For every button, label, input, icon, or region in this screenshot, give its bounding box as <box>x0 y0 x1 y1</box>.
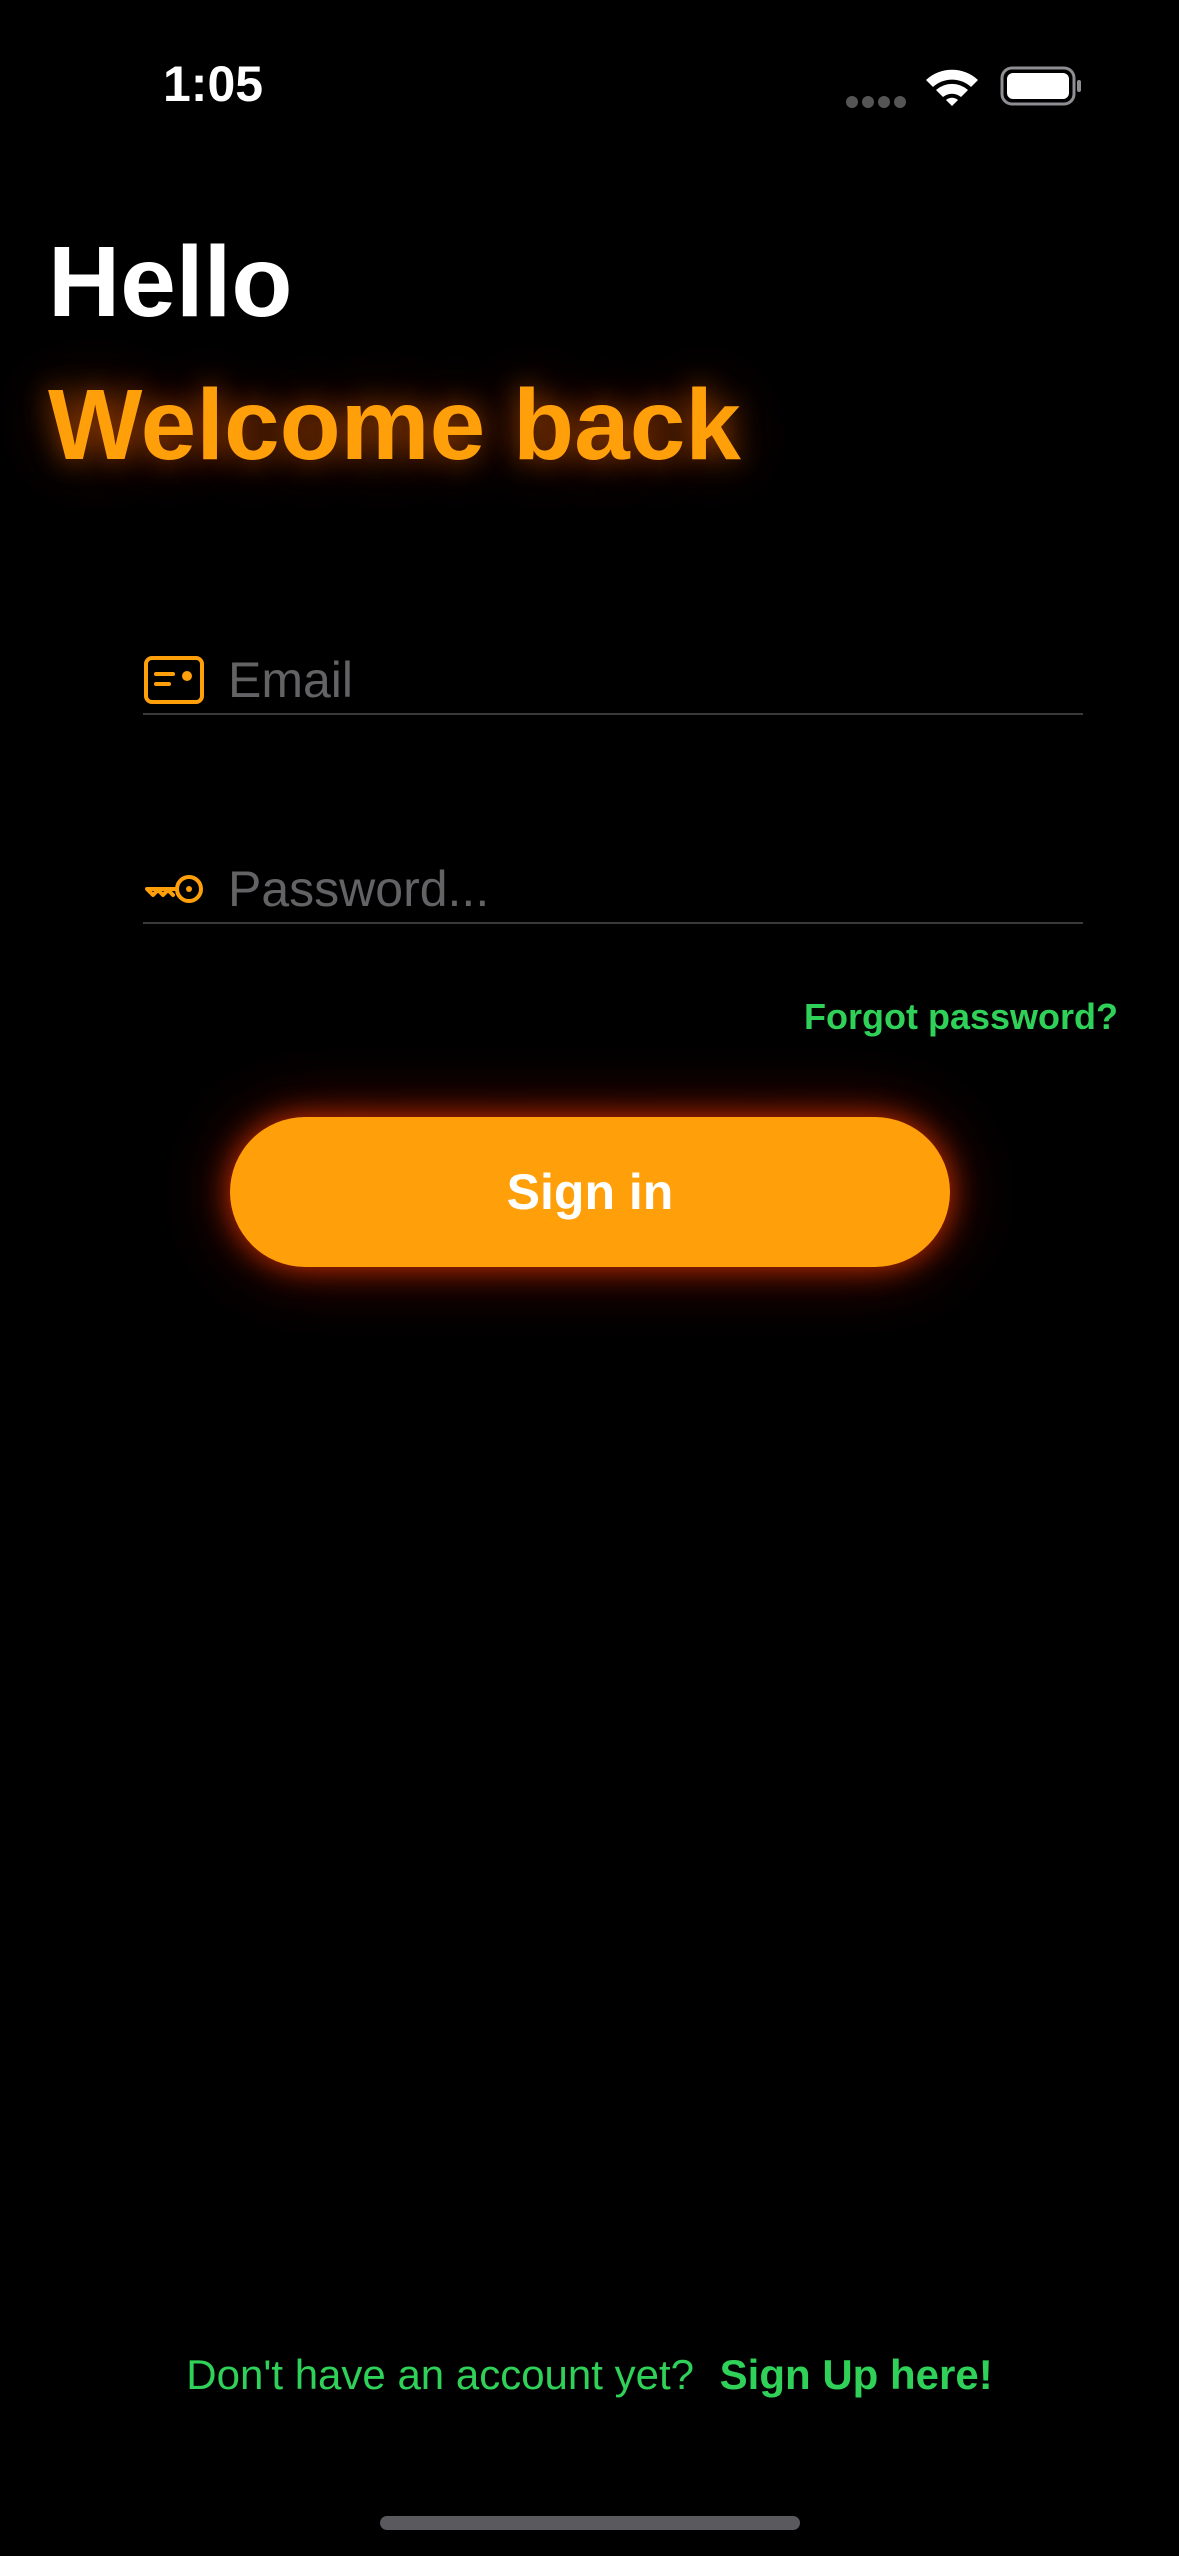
signal-dots-icon <box>846 96 906 108</box>
greeting-title: Hello <box>48 226 293 338</box>
signup-row: Don't have an account yet? Sign Up here! <box>0 2351 1179 2399</box>
sign-up-link[interactable]: Sign Up here! <box>720 2351 993 2398</box>
home-indicator[interactable] <box>380 2516 800 2530</box>
id-card-icon <box>144 656 204 704</box>
forgot-password-link[interactable]: Forgot password? <box>804 996 1118 1038</box>
email-divider <box>143 713 1083 715</box>
password-divider <box>143 922 1083 924</box>
email-input[interactable] <box>228 645 1068 715</box>
status-time: 1:05 <box>163 56 264 112</box>
sign-in-button[interactable]: Sign in <box>230 1117 950 1267</box>
email-field <box>143 615 1083 715</box>
key-icon <box>145 875 203 903</box>
welcome-subtitle: Welcome back <box>48 369 741 481</box>
battery-icon <box>1000 66 1081 106</box>
signup-prompt: Don't have an account yet? <box>186 2351 694 2398</box>
password-input[interactable] <box>228 854 1068 924</box>
password-field <box>143 824 1083 924</box>
wifi-icon <box>926 69 978 106</box>
